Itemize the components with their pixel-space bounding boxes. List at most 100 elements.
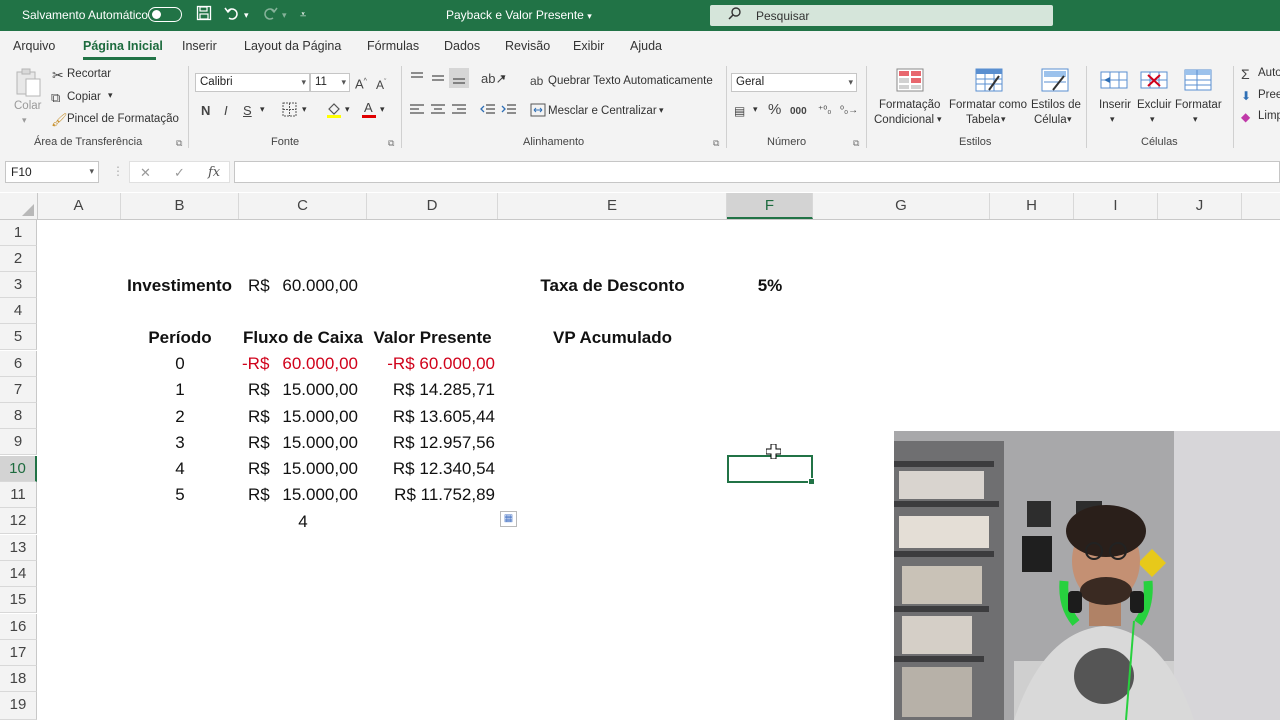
row-header-14[interactable]: 14 xyxy=(0,561,37,587)
tab-inserir[interactable]: Inserir xyxy=(182,39,217,53)
copy-icon[interactable]: ⧉ xyxy=(51,90,60,106)
cell-f3-taxa-value[interactable]: 5% xyxy=(727,273,813,299)
cell-d8-vp[interactable]: R$ 13.605,44 xyxy=(367,404,495,430)
insert-cells-button[interactable]: Inserir xyxy=(1099,99,1131,111)
row-header-16[interactable]: 16 xyxy=(0,614,37,640)
column-header-j[interactable]: J xyxy=(1158,193,1242,219)
column-header-e[interactable]: E xyxy=(498,193,727,219)
clear-button[interactable]: Limp xyxy=(1258,110,1280,122)
cell-c3-currency[interactable]: R$ xyxy=(248,273,270,299)
copy-button[interactable]: Copiar xyxy=(67,91,101,103)
tab-exibir[interactable]: Exibir xyxy=(573,39,604,53)
copy-dropdown-icon[interactable]: ▾ xyxy=(108,90,113,101)
align-bottom-icon[interactable] xyxy=(449,68,469,88)
column-header-i[interactable]: I xyxy=(1074,193,1158,219)
fill-icon[interactable]: ⬇ xyxy=(1241,88,1251,104)
orientation-dropdown-icon[interactable]: ▾ xyxy=(501,72,506,83)
font-color-icon[interactable]: A xyxy=(361,100,377,122)
conditional-dropdown-icon[interactable]: ▾ xyxy=(937,114,942,125)
formula-input[interactable] xyxy=(234,161,1280,183)
italic-button[interactable]: I xyxy=(224,103,228,119)
row-header-7[interactable]: 7 xyxy=(0,377,37,403)
merge-center-icon[interactable] xyxy=(530,103,546,120)
column-header-d[interactable]: D xyxy=(367,193,498,219)
cut-icon[interactable]: ✂ xyxy=(52,67,64,83)
table-dropdown-icon[interactable]: ▾ xyxy=(1001,114,1006,125)
cell-e5-vp-acumulado-header[interactable]: VP Acumulado xyxy=(498,325,727,351)
percent-style-button[interactable]: % xyxy=(768,102,781,118)
cell-styles-label-2[interactable]: Célula xyxy=(1034,114,1067,126)
row-header-8[interactable]: 8 xyxy=(0,403,37,429)
row-header-3[interactable]: 3 xyxy=(0,272,37,298)
row-header-6[interactable]: 6 xyxy=(0,351,37,377)
increase-indent-icon[interactable] xyxy=(501,103,517,120)
cell-d7-vp[interactable]: R$ 14.285,71 xyxy=(367,377,495,403)
cell-b11-periodo[interactable]: 5 xyxy=(121,482,239,508)
merge-dropdown-icon[interactable]: ▾ xyxy=(659,105,664,116)
undo-icon[interactable] xyxy=(224,5,240,27)
row-header-10[interactable]: 10 xyxy=(0,456,37,482)
cell-c6-fluxo[interactable]: 60.000,00 xyxy=(270,351,358,377)
autosum-icon[interactable]: Σ xyxy=(1241,66,1250,82)
increase-decimal-icon[interactable]: ⁺⁰₀ xyxy=(818,103,831,119)
cell-styles-button[interactable]: Estilos de xyxy=(1031,99,1081,111)
conditional-formatting-label-2[interactable]: Condicional xyxy=(874,114,934,126)
cell-c12-value[interactable]: 4 xyxy=(239,509,367,535)
cell-c8-fluxo[interactable]: 15.000,00 xyxy=(270,404,358,430)
cancel-entry-icon[interactable]: ✕ xyxy=(140,165,151,181)
cell-d9-vp[interactable]: R$ 12.957,56 xyxy=(367,430,495,456)
formula-bar-grip-icon[interactable]: ⋮ xyxy=(112,164,124,178)
cell-styles-dropdown-icon[interactable]: ▾ xyxy=(1067,114,1072,125)
align-right-icon[interactable] xyxy=(451,103,467,120)
cell-b7-periodo[interactable]: 1 xyxy=(121,377,239,403)
cell-b10-periodo[interactable]: 4 xyxy=(121,456,239,482)
row-header-2[interactable]: 2 xyxy=(0,246,37,272)
delete-cells-icon[interactable] xyxy=(1140,68,1168,92)
format-painter-button[interactable]: Pincel de Formatação xyxy=(67,113,179,125)
customize-toolbar-icon[interactable]: ⩡ xyxy=(300,5,306,25)
comma-style-button[interactable]: 000 xyxy=(790,104,807,120)
cell-d6-vp[interactable]: -R$ 60.000,00 xyxy=(367,351,495,377)
fill-color-dropdown-icon[interactable]: ▾ xyxy=(345,104,350,115)
delete-cells-button[interactable]: Excluir xyxy=(1137,99,1172,111)
confirm-entry-icon[interactable]: ✓ xyxy=(174,165,185,181)
row-header-11[interactable]: 11 xyxy=(0,482,37,508)
cell-c6-currency[interactable]: -R$ xyxy=(242,351,269,377)
tab-pagina-inicial[interactable]: Página Inicial xyxy=(83,39,163,53)
select-all-button[interactable] xyxy=(0,193,38,219)
align-left-icon[interactable] xyxy=(409,103,425,120)
bold-button[interactable]: N xyxy=(201,103,210,119)
document-title[interactable]: Payback e Valor Presente ▾ xyxy=(446,8,592,22)
tab-layout-da-pagina[interactable]: Layout da Página xyxy=(244,39,341,53)
row-header-4[interactable]: 4 xyxy=(0,298,37,324)
cell-styles-icon[interactable] xyxy=(1041,68,1069,92)
format-as-table-label-2[interactable]: Tabela xyxy=(966,114,1000,126)
column-header-a[interactable]: A xyxy=(37,193,121,219)
tab-revisao[interactable]: Revisão xyxy=(505,39,550,53)
cell-c3-investimento-value[interactable]: 60.000,00 xyxy=(270,273,358,299)
format-as-table-icon[interactable] xyxy=(975,68,1003,92)
row-header-13[interactable]: 13 xyxy=(0,535,37,561)
merge-center-button[interactable]: Mesclar e Centralizar xyxy=(548,105,657,117)
tab-formulas[interactable]: Fórmulas xyxy=(367,39,419,53)
decrease-font-icon[interactable]: Aˇ xyxy=(376,75,386,93)
cell-c7-currency[interactable]: R$ xyxy=(248,377,270,403)
alignment-launcher-icon[interactable]: ⧉ xyxy=(713,138,719,149)
column-header-c[interactable]: C xyxy=(239,193,367,219)
row-header-17[interactable]: 17 xyxy=(0,640,37,666)
cell-c7-fluxo[interactable]: 15.000,00 xyxy=(270,377,358,403)
autosum-button[interactable]: Auto xyxy=(1258,67,1280,79)
tab-dados[interactable]: Dados xyxy=(444,39,480,53)
format-painter-icon[interactable]: 🖌 xyxy=(51,112,68,128)
paste-icon[interactable] xyxy=(14,68,41,97)
column-header-g[interactable]: G xyxy=(813,193,990,219)
format-as-table-button[interactable]: Formatar como xyxy=(949,99,1027,111)
wrap-text-icon[interactable]: ab xyxy=(530,73,543,89)
number-launcher-icon[interactable]: ⧉ xyxy=(853,138,859,149)
font-launcher-icon[interactable]: ⧉ xyxy=(388,138,394,149)
insert-cells-icon[interactable] xyxy=(1100,68,1128,92)
delete-dropdown-icon[interactable]: ▾ xyxy=(1150,114,1155,125)
cell-c5-fluxo-header[interactable]: Fluxo de Caixa xyxy=(239,325,367,351)
conditional-formatting-button[interactable]: Formatação xyxy=(879,99,940,111)
cell-b5-periodo-header[interactable]: Período xyxy=(121,325,239,351)
